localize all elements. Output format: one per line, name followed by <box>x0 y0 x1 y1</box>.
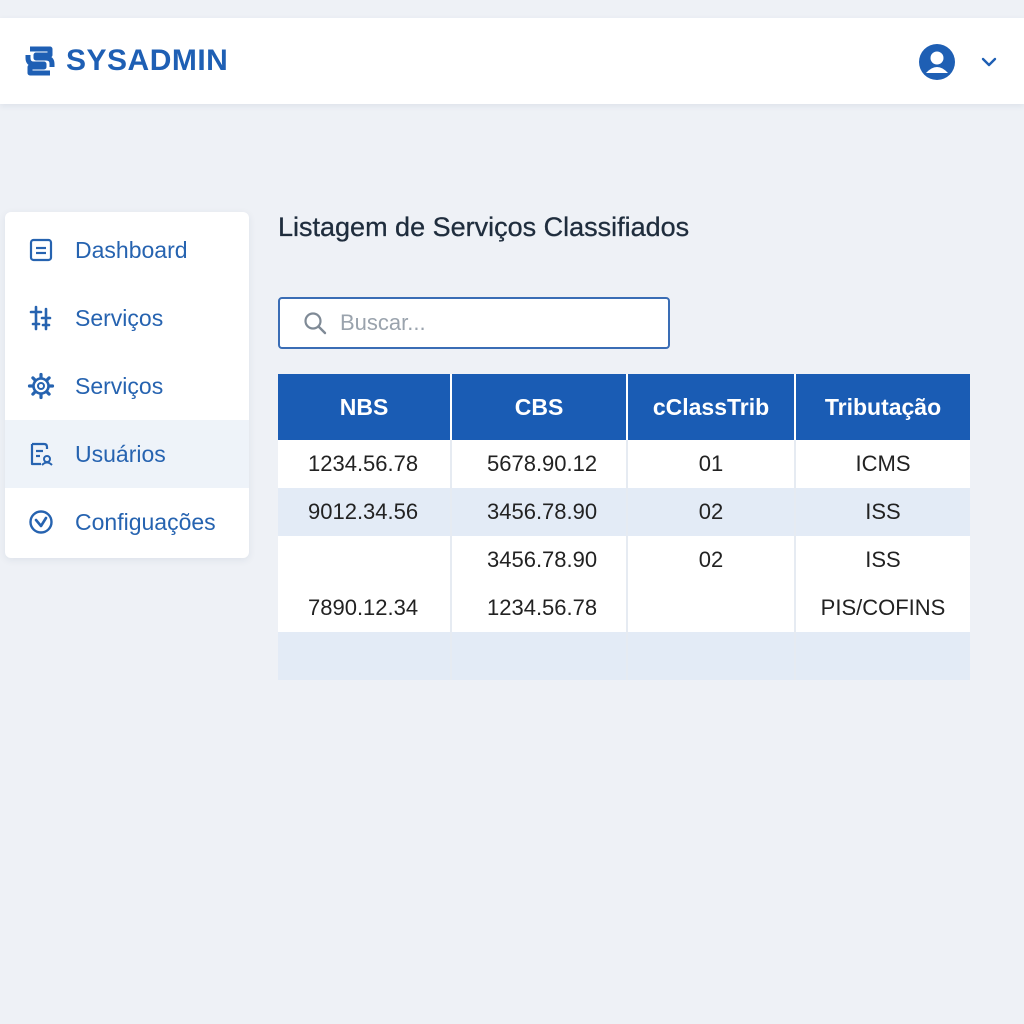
table-header-row: NBS CBS cClassTrib Tributação <box>278 374 970 440</box>
cell-nbs: 9012.34.56 <box>278 488 452 536</box>
cell-cclasstrib: 01 <box>627 440 796 488</box>
cell-cbs: 3456.78.90 <box>451 488 628 536</box>
sidebar-item-label: Dashboard <box>75 236 188 263</box>
user-menu[interactable] <box>918 42 1000 82</box>
column-header-tributacao[interactable]: Tributação <box>795 374 970 440</box>
sidebar-item-usuarios[interactable]: Usuários <box>5 420 249 488</box>
sysadmin-logo-icon <box>25 46 55 76</box>
user-circle-icon[interactable] <box>918 43 956 81</box>
chevron-down-icon[interactable] <box>978 51 1000 73</box>
services-table: NBS CBS cClassTrib Tributação 1234.56.78… <box>278 374 970 680</box>
gear-icon <box>27 372 55 400</box>
cell-cbs <box>451 632 628 680</box>
cell-cclasstrib <box>627 632 796 680</box>
search-icon <box>304 312 327 335</box>
sidebar-item-label: Serviços <box>75 372 164 399</box>
column-header-cclasstrib[interactable]: cClassTrib <box>627 374 796 440</box>
top-bar: SYSADMIN <box>0 18 1024 104</box>
cell-cclasstrib <box>627 584 796 632</box>
sidebar-item-servicos[interactable]: Serviços <box>5 284 249 352</box>
page-title: Listagem de Serviços Classifiados <box>278 212 690 242</box>
cell-nbs: 7890.12.34 <box>278 584 452 632</box>
cell-tributacao: ISS <box>795 536 970 584</box>
cell-tributacao: ISS <box>795 488 970 536</box>
table-row[interactable]: 9012.34.56 3456.78.90 02 ISS <box>278 488 970 536</box>
column-header-cbs[interactable]: CBS <box>451 374 628 440</box>
sidebar: Dashboard Serviços Serviços Usuários Con… <box>5 212 249 558</box>
search-box[interactable] <box>278 297 670 349</box>
cell-cclasstrib: 02 <box>627 488 796 536</box>
settings-check-icon <box>29 510 53 534</box>
brand[interactable]: SYSADMIN <box>24 42 228 80</box>
cell-tributacao <box>795 632 970 680</box>
table-row[interactable]: 7890.12.34 1234.56.78 PIS/COFINS <box>278 584 970 632</box>
sidebar-item-configuracoes[interactable]: Configuações <box>5 488 249 556</box>
sidebar-item-servicos-2[interactable]: Serviços <box>5 352 249 420</box>
cell-cbs: 3456.78.90 <box>451 536 628 584</box>
sidebar-item-dashboard[interactable]: Dashboard <box>5 216 249 284</box>
cell-tributacao: ICMS <box>795 440 970 488</box>
table-row[interactable]: 3456.78.90 02 ISS <box>278 536 970 584</box>
cell-nbs: 1234.56.78 <box>278 440 452 488</box>
cell-cbs: 1234.56.78 <box>451 584 628 632</box>
users-icon <box>30 442 53 466</box>
table-row[interactable] <box>278 632 970 680</box>
sidebar-item-label: Usuários <box>75 440 166 467</box>
cell-tributacao: PIS/COFINS <box>795 584 970 632</box>
search-input[interactable] <box>340 310 640 336</box>
sidebar-item-label: Configuações <box>75 508 216 535</box>
column-header-nbs[interactable]: NBS <box>278 374 452 440</box>
dashboard-icon <box>29 238 53 262</box>
table-row[interactable]: 1234.56.78 5678.90.12 01 ICMS <box>278 440 970 488</box>
sidebar-item-label: Serviços <box>75 304 164 331</box>
cell-cclasstrib: 02 <box>627 536 796 584</box>
services-icon <box>29 305 52 331</box>
cell-nbs <box>278 536 452 584</box>
app-name: SYSADMIN <box>66 44 229 77</box>
cell-cbs: 5678.90.12 <box>451 440 628 488</box>
cell-nbs <box>278 632 452 680</box>
